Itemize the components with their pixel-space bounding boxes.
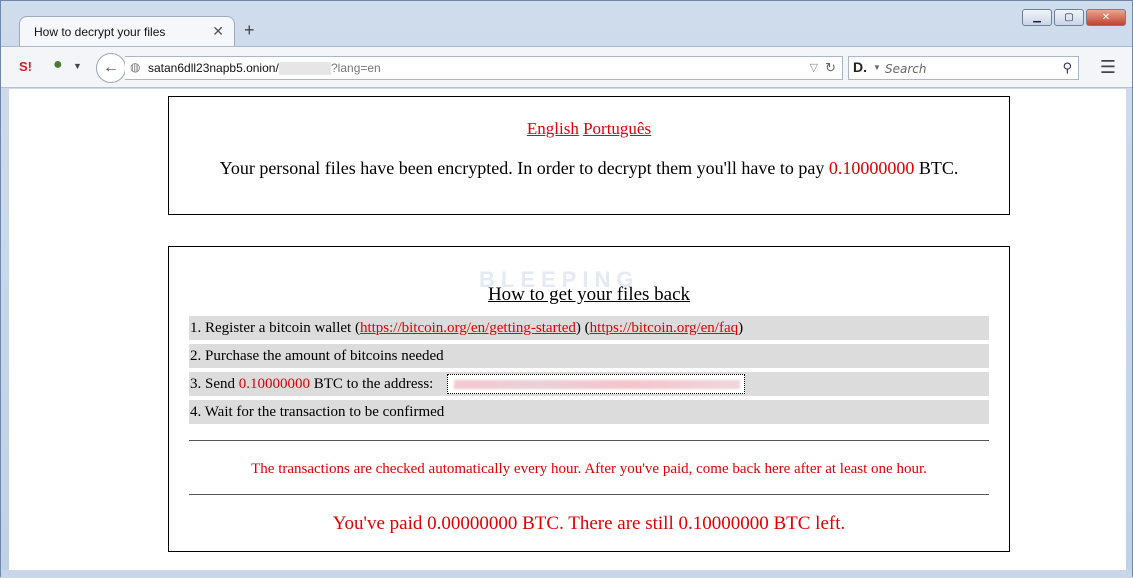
maximize-icon[interactable]: ▢ xyxy=(1054,9,1084,26)
search-engine-logo[interactable]: D. xyxy=(853,59,867,75)
step-3-before: 3. Send xyxy=(190,376,235,392)
address-redacted xyxy=(454,380,740,389)
url-host: satan6dll23napb5.onion/ xyxy=(148,61,279,75)
notice-text: The transactions are checked automatical… xyxy=(251,461,927,477)
intro-text: Your personal files have been encrypted.… xyxy=(169,158,1009,179)
step-4: 4. Wait for the transaction to be confir… xyxy=(189,400,989,424)
minimize-icon[interactable]: ▁ xyxy=(1022,9,1052,26)
addon-noscript-icon[interactable]: S! xyxy=(19,59,32,74)
url-redacted xyxy=(279,62,331,75)
back-button[interactable]: ← xyxy=(96,53,126,83)
instructions-box: BLEEPING How to get your files back 1. R… xyxy=(168,246,1010,552)
search-bar[interactable]: D. ▼ ⚲ xyxy=(848,56,1079,80)
step-2: 2. Purchase the amount of bitcoins neede… xyxy=(189,344,989,368)
intro-after: BTC. xyxy=(918,158,959,178)
arrow-left-icon: ← xyxy=(103,59,119,76)
step-3: 3. Send 0.10000000 BTC to the address: xyxy=(189,372,989,396)
language-links: English Português xyxy=(169,119,1009,139)
window-close-icon[interactable]: ✕ xyxy=(1086,9,1126,26)
search-input[interactable] xyxy=(883,60,1052,78)
url-bar[interactable]: ◍ satan6dll23napb5.onion/ ?lang=en ▽ ↻ xyxy=(125,56,843,80)
close-icon[interactable]: ✕ xyxy=(212,23,224,40)
payment-status: You've paid 0.00000000 BTC. There are st… xyxy=(332,513,846,534)
divider xyxy=(189,494,989,495)
intro-before: Your personal files have been encrypted.… xyxy=(219,158,825,178)
onion-icon[interactable]: ● xyxy=(53,56,63,74)
link-faq[interactable]: https://bitcoin.org/en/faq xyxy=(590,320,738,336)
intro-box: English Português Your personal files ha… xyxy=(168,96,1010,215)
link-getting-started[interactable]: https://bitcoin.org/en/getting-started xyxy=(360,320,576,336)
globe-icon: ◍ xyxy=(130,60,141,74)
lang-link-english[interactable]: English xyxy=(527,119,579,138)
history-dropdown-icon[interactable]: ▽ xyxy=(810,61,818,74)
tab-active[interactable]: How to decrypt your files ✕ xyxy=(19,16,235,46)
tab-title: How to decrypt your files xyxy=(34,25,166,39)
url-query: ?lang=en xyxy=(331,61,381,75)
step-4-text: 4. Wait for the transaction to be confir… xyxy=(190,404,445,420)
step-3-after: BTC to the address: xyxy=(313,376,434,392)
hamburger-menu-icon[interactable]: ☰ xyxy=(1100,57,1116,78)
step-1-mid: ) ( xyxy=(575,320,590,336)
plus-icon[interactable]: + xyxy=(244,20,255,41)
step-2-text: 2. Purchase the amount of bitcoins neede… xyxy=(190,348,444,364)
section-title: How to get your files back xyxy=(487,284,691,305)
chevron-down-icon[interactable]: ▼ xyxy=(873,63,881,72)
bitcoin-address-field[interactable] xyxy=(447,374,745,394)
tab-strip: How to decrypt your files ✕ + ▁ ▢ ✕ xyxy=(1,1,1132,47)
step-3-amount: 0.10000000 xyxy=(238,376,310,392)
step-1-text: 1. Register a bitcoin wallet ( xyxy=(190,320,360,336)
chevron-down-icon[interactable]: ▼ xyxy=(73,61,82,71)
divider xyxy=(189,440,989,441)
search-icon[interactable]: ⚲ xyxy=(1062,60,1072,76)
step-1-end: ) xyxy=(738,320,744,336)
lang-link-portuguese[interactable]: Português xyxy=(583,119,651,138)
reload-icon[interactable]: ↻ xyxy=(825,60,836,76)
page-content: English Português Your personal files ha… xyxy=(9,89,1126,570)
window-controls: ▁ ▢ ✕ xyxy=(1022,9,1126,26)
nav-bar: S! ● ▼ ← ◍ satan6dll23napb5.onion/ ?lang… xyxy=(1,46,1132,88)
ransom-amount: 0.10000000 xyxy=(828,158,915,178)
browser-window: How to decrypt your files ✕ + ▁ ▢ ✕ S! ●… xyxy=(0,0,1133,578)
steps-list: 1. Register a bitcoin wallet (https://bi… xyxy=(189,316,989,428)
step-1: 1. Register a bitcoin wallet (https://bi… xyxy=(189,316,989,340)
